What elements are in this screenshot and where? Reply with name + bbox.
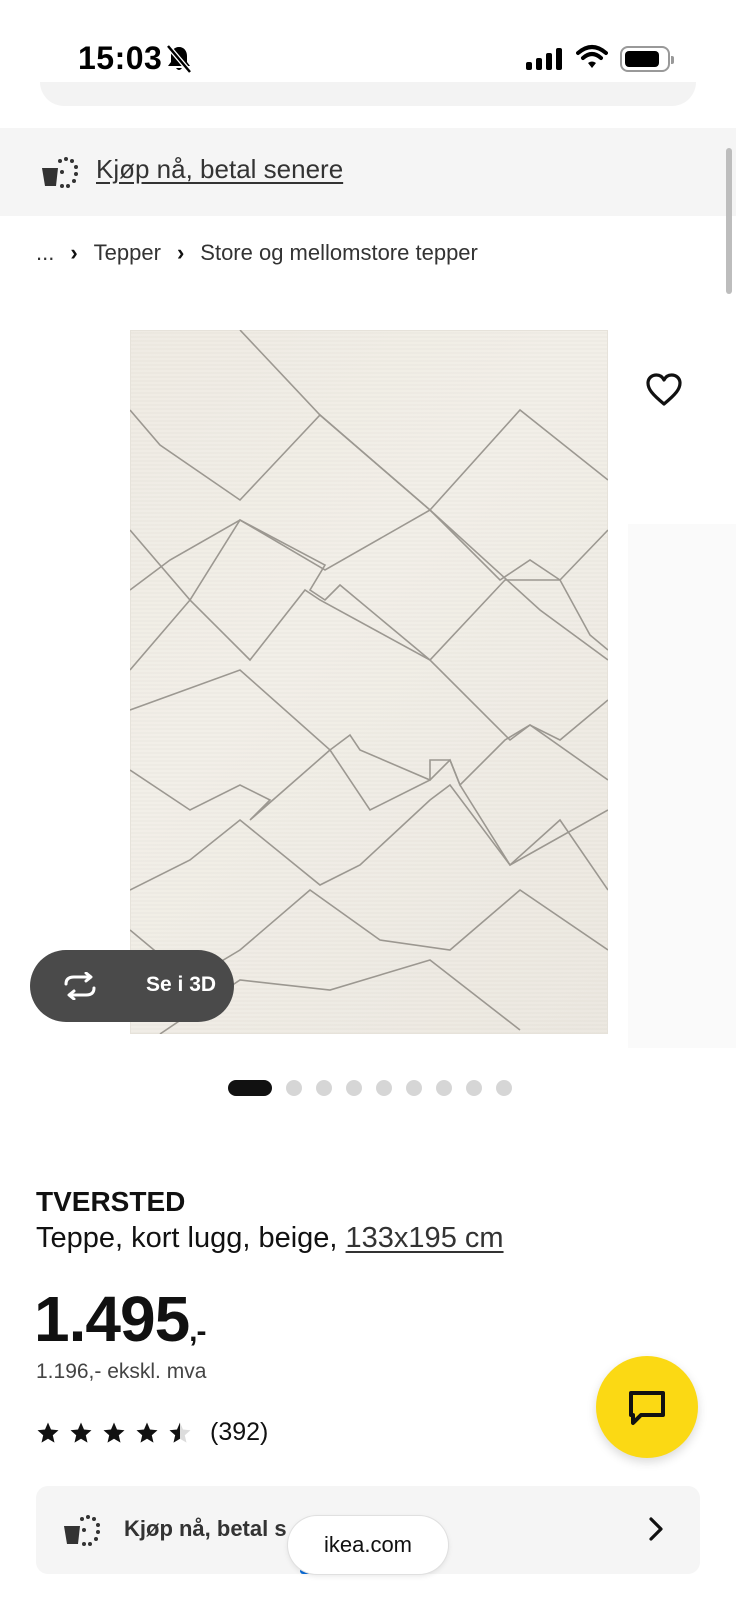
bnpl-banner[interactable]: Kjøp nå, betal senere [0,128,736,216]
chat-bubble-icon [629,1391,665,1425]
product-price: 1.495,- [34,1282,207,1356]
bnpl-banner-link[interactable]: Kjøp nå, betal senere [96,154,343,185]
wifi-icon [576,44,608,75]
pagination-dot[interactable] [496,1080,512,1096]
pagination-dot[interactable] [466,1080,482,1096]
half-star-icon [169,1422,191,1443]
star-icon [37,1422,59,1443]
product-description: Teppe, kort lugg, beige, 133x195 cm [36,1222,504,1255]
chevron-right-icon: › [176,240,185,265]
product-rating[interactable]: (392) [36,1418,268,1447]
pagination-dot[interactable] [376,1080,392,1096]
product-name: TVERSTED [36,1186,186,1217]
pagination-dot[interactable] [346,1080,362,1096]
battery-icon [620,46,674,72]
breadcrumb-item-store-tepper[interactable]: Store og mellomstore tepper [200,240,478,266]
breadcrumb-item-tepper[interactable]: Tepper [94,240,161,266]
price-suffix: ,- [189,1315,206,1348]
breadcrumb-item-ellipsis[interactable]: ... [36,240,54,266]
product-description-text: Teppe, kort lugg, beige, [36,1222,346,1254]
star-icon [70,1422,92,1443]
product-image[interactable] [130,330,608,1034]
chevron-right-icon [646,1516,666,1547]
bell-slash-icon [166,44,192,79]
review-count[interactable]: (392) [210,1418,268,1447]
pagination-dot[interactable] [286,1080,302,1096]
rug-image [130,330,608,1034]
status-time: 15:03 [78,40,163,76]
bnpl-card-label: Kjøp nå, betal s [124,1516,287,1541]
scrollbar[interactable] [726,148,732,294]
price-value: 1.495 [34,1283,190,1355]
chat-button[interactable] [596,1356,698,1458]
installment-cart-icon [40,156,80,193]
heart-icon[interactable] [644,370,684,410]
search-bar-edge [40,82,696,106]
view-in-3d-button[interactable]: Se i 3D [30,950,234,1022]
gallery-pagination [228,1080,512,1096]
next-product-image-peek[interactable] [628,524,736,1048]
product-size-link[interactable]: 133x195 cm [346,1222,504,1254]
pagination-dot[interactable] [228,1080,272,1096]
cellular-signal-icon [526,48,562,70]
pagination-dot[interactable] [406,1080,422,1096]
installment-cart-icon [62,1514,102,1551]
pagination-dot[interactable] [316,1080,332,1096]
rotate-3d-icon [60,971,100,1005]
pagination-dot[interactable] [436,1080,452,1096]
view-in-3d-label: Se i 3D [146,973,217,996]
chevron-right-icon: › [70,240,78,265]
rating-stars [36,1421,192,1445]
browser-url-bar[interactable]: ikea.com [288,1516,448,1574]
breadcrumb: ... › Tepper › Store og mellomstore tepp… [36,240,478,266]
star-icon [103,1422,125,1443]
price-ex-vat: 1.196,- ekskl. mva [36,1360,207,1383]
star-icon [136,1422,158,1443]
